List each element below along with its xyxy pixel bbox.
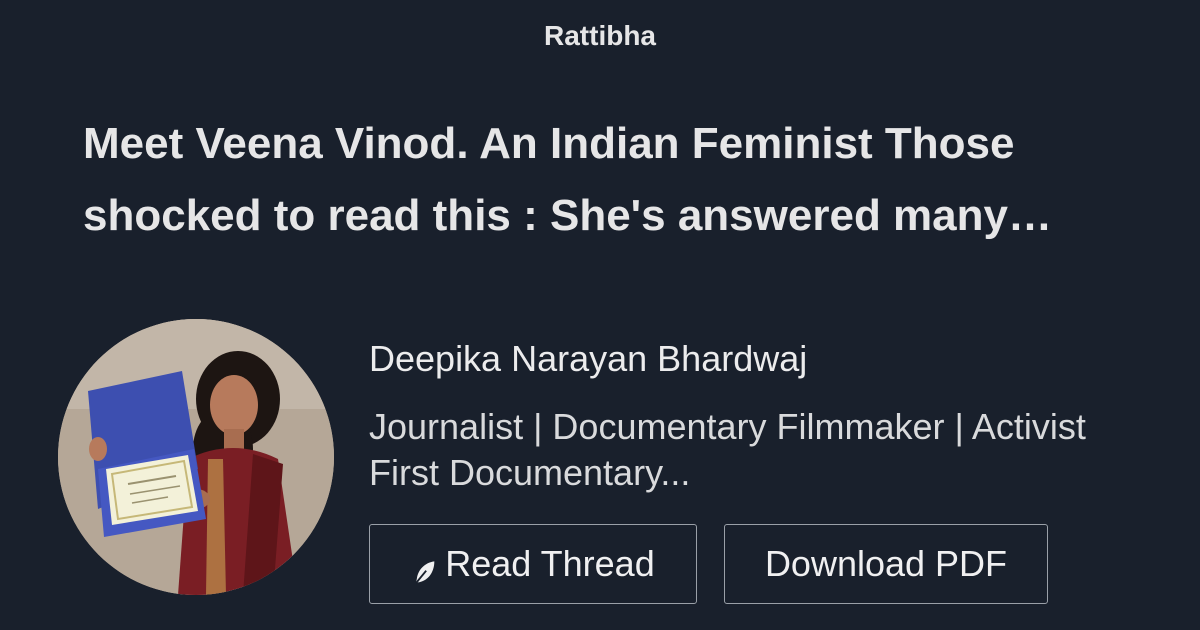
download-pdf-label: Download PDF [764,543,1008,584]
brand-name[interactable]: Rattibha [0,20,1200,52]
author-name: Deepika Narayan Bhardwaj [369,338,808,379]
read-thread-button[interactable]: Read Thread [369,524,697,604]
thread-title-line: shocked to read this : She's answered ma… [83,191,1052,240]
share-card: Rattibha Meet Veena Vinod. An Indian Fem… [0,0,1200,630]
author-bio: Journalist | Documentary Filmmaker | Act… [369,404,1179,496]
feather-icon [411,554,439,585]
author-bio-line: First Documentary... [369,452,691,493]
author-bio-line: Journalist | Documentary Filmmaker | Act… [369,406,1086,447]
author-avatar [58,319,334,595]
read-thread-label: Read Thread [445,543,655,584]
thread-title-line: Meet Veena Vinod. An Indian Feminist Tho… [83,119,1015,168]
download-pdf-button[interactable]: Download PDF [724,524,1048,604]
thread-title: Meet Veena Vinod. An Indian Feminist Tho… [83,108,1143,252]
avatar-photo [58,319,334,595]
